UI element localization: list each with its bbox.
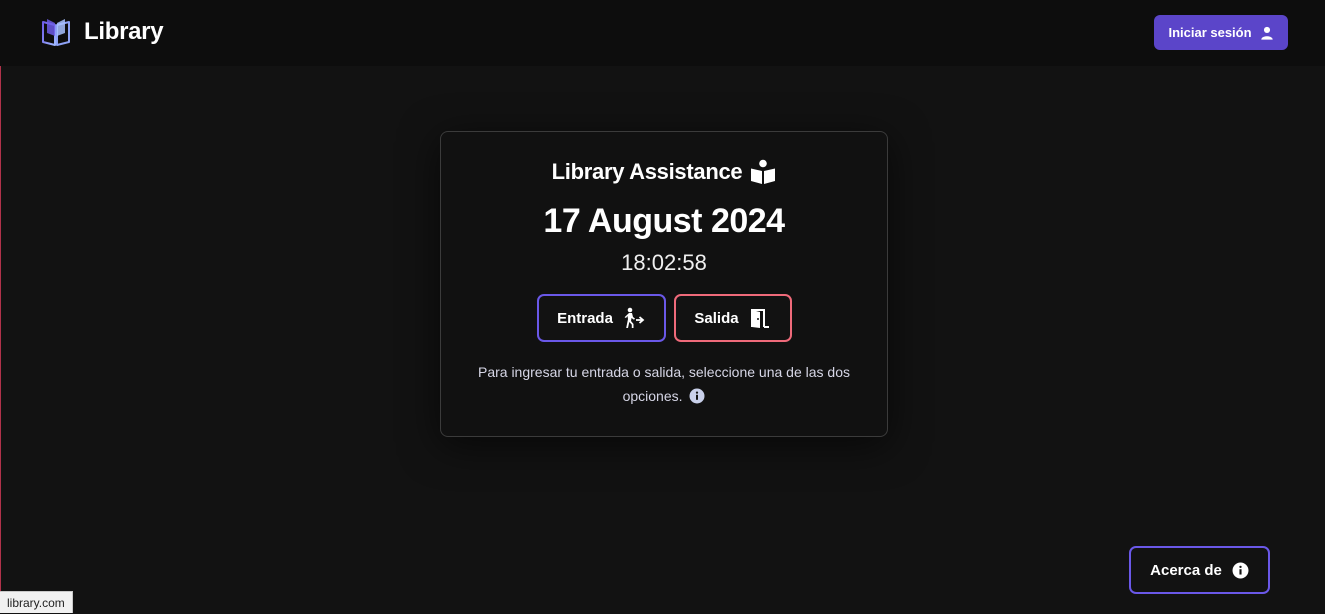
card-title-text: Library Assistance [551, 159, 743, 184]
person-walking-arrow-right-icon [624, 307, 645, 328]
book-reader-icon [751, 159, 776, 184]
door-open-icon [750, 309, 769, 328]
info-circle-icon[interactable] [689, 388, 705, 404]
current-date: 17 August 2024 [543, 202, 785, 240]
assistance-card: Library Assistance 17 August 2024 18:02:… [440, 131, 888, 437]
window-edge [0, 0, 1, 613]
exit-label: Salida [694, 309, 739, 327]
status-bar-url: library.com [0, 591, 73, 613]
user-icon [1260, 26, 1273, 40]
info-circle-icon [1232, 562, 1249, 578]
brand[interactable]: Library [40, 16, 164, 48]
login-button[interactable]: Iniciar sesión [1154, 15, 1288, 50]
instruction-text: Para ingresar tu entrada o salida, selec… [464, 360, 864, 408]
about-label: Acerca de [1150, 561, 1222, 579]
navbar: Library Iniciar sesión [0, 0, 1325, 66]
instruction-text-content: Para ingresar tu entrada o salida, selec… [477, 364, 850, 404]
about-button[interactable]: Acerca de [1129, 546, 1270, 594]
exit-button[interactable]: Salida [673, 294, 792, 342]
book-open-icon [42, 19, 70, 46]
entry-button[interactable]: Entrada [536, 294, 666, 342]
login-label: Iniciar sesión [1168, 25, 1252, 40]
action-buttons: Entrada Salida [441, 294, 887, 342]
entry-label: Entrada [557, 309, 613, 327]
brand-name: Library [84, 18, 164, 45]
current-time: 18:02:58 [621, 250, 707, 275]
card-title: Library Assistance [441, 157, 887, 187]
